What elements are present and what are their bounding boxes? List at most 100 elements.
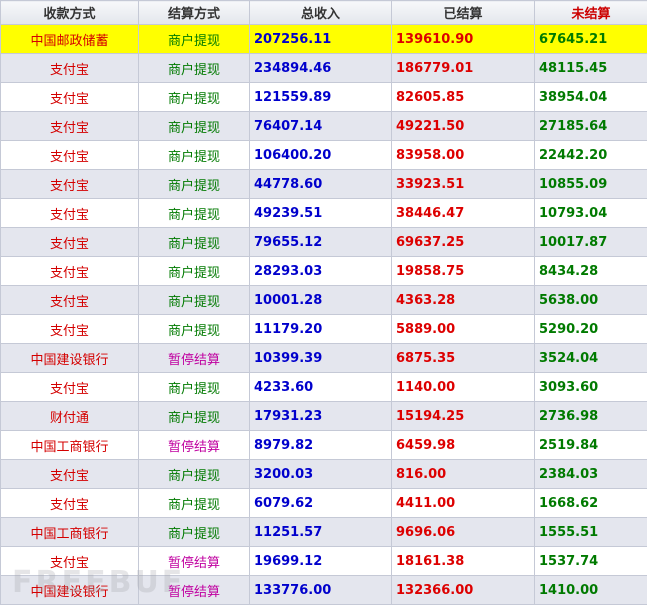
- cell-settled: 15194.25: [391, 401, 535, 431]
- cell-method: 中国建设银行: [0, 575, 139, 605]
- cell-settled: 816.00: [391, 459, 535, 489]
- cell-method: 支付宝: [0, 227, 139, 257]
- column-header-total-income[interactable]: 总收入: [249, 0, 392, 25]
- cell-unsettled: 2384.03: [534, 459, 647, 489]
- table-row[interactable]: 支付宝 商户提现 3200.03 816.00 2384.03: [0, 459, 647, 489]
- cell-settled: 38446.47: [391, 198, 535, 228]
- cell-total-income: 4233.60: [249, 372, 392, 402]
- table-row[interactable]: 支付宝 商户提现 4233.60 1140.00 3093.60: [0, 372, 647, 402]
- cell-method: 支付宝: [0, 82, 139, 112]
- cell-total-income: 49239.51: [249, 198, 392, 228]
- cell-total-income: 10001.28: [249, 285, 392, 315]
- cell-unsettled: 10855.09: [534, 169, 647, 199]
- table-row[interactable]: 支付宝 商户提现 6079.62 4411.00 1668.62: [0, 488, 647, 518]
- cell-unsettled: 2519.84: [534, 430, 647, 460]
- cell-total-income: 3200.03: [249, 459, 392, 489]
- cell-settle-type: 商户提现: [138, 285, 250, 315]
- cell-settled: 6459.98: [391, 430, 535, 460]
- cell-method: 支付宝: [0, 372, 139, 402]
- cell-settled: 33923.51: [391, 169, 535, 199]
- table-row[interactable]: 中国工商银行 商户提现 11251.57 9696.06 1555.51: [0, 517, 647, 547]
- cell-unsettled: 22442.20: [534, 140, 647, 170]
- table-row[interactable]: 支付宝 商户提现 44778.60 33923.51 10855.09: [0, 169, 647, 199]
- cell-method: 支付宝: [0, 111, 139, 141]
- cell-total-income: 76407.14: [249, 111, 392, 141]
- table-row[interactable]: 中国建设银行 暂停结算 10399.39 6875.35 3524.04: [0, 343, 647, 373]
- cell-total-income: 10399.39: [249, 343, 392, 373]
- cell-settled: 5889.00: [391, 314, 535, 344]
- cell-total-income: 8979.82: [249, 430, 392, 460]
- cell-settle-type: 暂停结算: [138, 343, 250, 373]
- table-row[interactable]: 支付宝 暂停结算 19699.12 18161.38 1537.74: [0, 546, 647, 576]
- table-row[interactable]: 中国邮政储蓄 商户提现 207256.11 139610.90 67645.21: [0, 24, 647, 54]
- table-row[interactable]: 支付宝 商户提现 11179.20 5889.00 5290.20: [0, 314, 647, 344]
- cell-settle-type: 商户提现: [138, 256, 250, 286]
- cell-total-income: 133776.00: [249, 575, 392, 605]
- table-row[interactable]: 中国工商银行 暂停结算 8979.82 6459.98 2519.84: [0, 430, 647, 460]
- cell-settled: 6875.35: [391, 343, 535, 373]
- cell-method: 支付宝: [0, 285, 139, 315]
- cell-method: 中国工商银行: [0, 430, 139, 460]
- cell-settle-type: 暂停结算: [138, 575, 250, 605]
- cell-total-income: 28293.03: [249, 256, 392, 286]
- cell-settle-type: 商户提现: [138, 169, 250, 199]
- column-header-settled[interactable]: 已结算: [391, 0, 535, 25]
- column-header-settle-type[interactable]: 结算方式: [138, 0, 250, 25]
- cell-unsettled: 10793.04: [534, 198, 647, 228]
- cell-method: 支付宝: [0, 546, 139, 576]
- cell-unsettled: 2736.98: [534, 401, 647, 431]
- cell-settle-type: 商户提现: [138, 459, 250, 489]
- cell-total-income: 234894.46: [249, 53, 392, 83]
- cell-total-income: 79655.12: [249, 227, 392, 257]
- cell-method: 支付宝: [0, 488, 139, 518]
- cell-method: 支付宝: [0, 314, 139, 344]
- cell-total-income: 207256.11: [249, 24, 392, 54]
- table-row[interactable]: 支付宝 商户提现 10001.28 4363.28 5638.00: [0, 285, 647, 315]
- cell-settled: 186779.01: [391, 53, 535, 83]
- cell-method: 支付宝: [0, 459, 139, 489]
- cell-method: 财付通: [0, 401, 139, 431]
- table-row[interactable]: 中国建设银行 暂停结算 133776.00 132366.00 1410.00: [0, 575, 647, 605]
- cell-method: 中国工商银行: [0, 517, 139, 547]
- table-row[interactable]: 支付宝 商户提现 106400.20 83958.00 22442.20: [0, 140, 647, 170]
- cell-total-income: 44778.60: [249, 169, 392, 199]
- table-row[interactable]: 支付宝 商户提现 28293.03 19858.75 8434.28: [0, 256, 647, 286]
- cell-settled: 82605.85: [391, 82, 535, 112]
- table-row[interactable]: 财付通 商户提现 17931.23 15194.25 2736.98: [0, 401, 647, 431]
- cell-settled: 9696.06: [391, 517, 535, 547]
- table-row[interactable]: 支付宝 商户提现 121559.89 82605.85 38954.04: [0, 82, 647, 112]
- cell-settle-type: 暂停结算: [138, 546, 250, 576]
- table-row[interactable]: 支付宝 商户提现 49239.51 38446.47 10793.04: [0, 198, 647, 228]
- settlement-table: 收款方式 结算方式 总收入 已结算 未结算 中国邮政储蓄 商户提现 207256.1…: [0, 0, 647, 605]
- cell-total-income: 17931.23: [249, 401, 392, 431]
- cell-unsettled: 5638.00: [534, 285, 647, 315]
- cell-settled: 139610.90: [391, 24, 535, 54]
- cell-settle-type: 商户提现: [138, 24, 250, 54]
- table-row[interactable]: 支付宝 商户提现 76407.14 49221.50 27185.64: [0, 111, 647, 141]
- table-body: 中国邮政储蓄 商户提现 207256.11 139610.90 67645.21 支付宝商…: [0, 24, 647, 605]
- cell-unsettled: 48115.45: [534, 53, 647, 83]
- cell-unsettled: 1555.51: [534, 517, 647, 547]
- cell-unsettled: 38954.04: [534, 82, 647, 112]
- table-row[interactable]: 支付宝 商户提现 79655.12 69637.25 10017.87: [0, 227, 647, 257]
- cell-unsettled: 27185.64: [534, 111, 647, 141]
- cell-method: 中国建设银行: [0, 343, 139, 373]
- cell-total-income: 6079.62: [249, 488, 392, 518]
- cell-method: 支付宝: [0, 169, 139, 199]
- cell-settled: 4363.28: [391, 285, 535, 315]
- cell-unsettled: 1537.74: [534, 546, 647, 576]
- cell-settle-type: 商户提现: [138, 53, 250, 83]
- column-header-method[interactable]: 收款方式: [0, 0, 139, 25]
- cell-settle-type: 暂停结算: [138, 430, 250, 460]
- cell-unsettled: 1668.62: [534, 488, 647, 518]
- cell-settle-type: 商户提现: [138, 372, 250, 402]
- cell-total-income: 19699.12: [249, 546, 392, 576]
- table-row[interactable]: 支付宝 商户提现 234894.46 186779.01 48115.45: [0, 53, 647, 83]
- cell-method: 支付宝: [0, 198, 139, 228]
- cell-settle-type: 商户提现: [138, 227, 250, 257]
- cell-total-income: 11251.57: [249, 517, 392, 547]
- cell-method: 支付宝: [0, 53, 139, 83]
- cell-method: 支付宝: [0, 140, 139, 170]
- column-header-unsettled[interactable]: 未结算: [534, 0, 647, 25]
- cell-unsettled: 1410.00: [534, 575, 647, 605]
